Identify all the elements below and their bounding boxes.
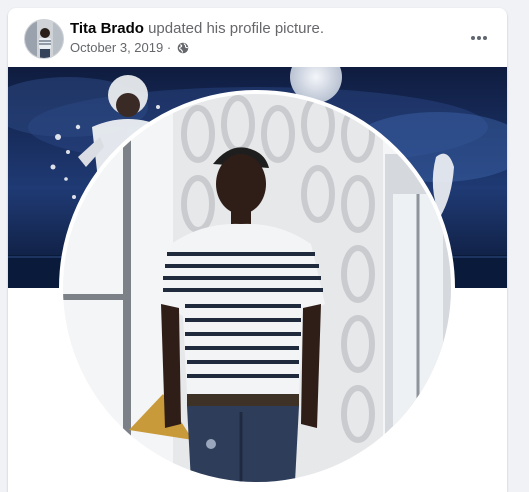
post-card: Tita Brado updated his profile picture. … (8, 8, 507, 492)
author-name-link[interactable]: Tita Brado (70, 20, 144, 37)
post-meta: October 3, 2019 · (70, 40, 189, 57)
post-header-line: Tita Brado updated his profile picture. (70, 20, 324, 37)
more-options-button[interactable] (465, 24, 493, 52)
author-avatar[interactable] (24, 19, 64, 59)
profile-picture[interactable] (59, 90, 455, 486)
post-media[interactable] (8, 67, 507, 492)
post-date-link[interactable]: October 3, 2019 (70, 40, 163, 55)
post-action-text: updated his profile picture. (148, 20, 325, 37)
meta-separator: · (166, 40, 172, 55)
globe-icon[interactable] (177, 42, 189, 57)
more-options-icon (471, 36, 487, 40)
